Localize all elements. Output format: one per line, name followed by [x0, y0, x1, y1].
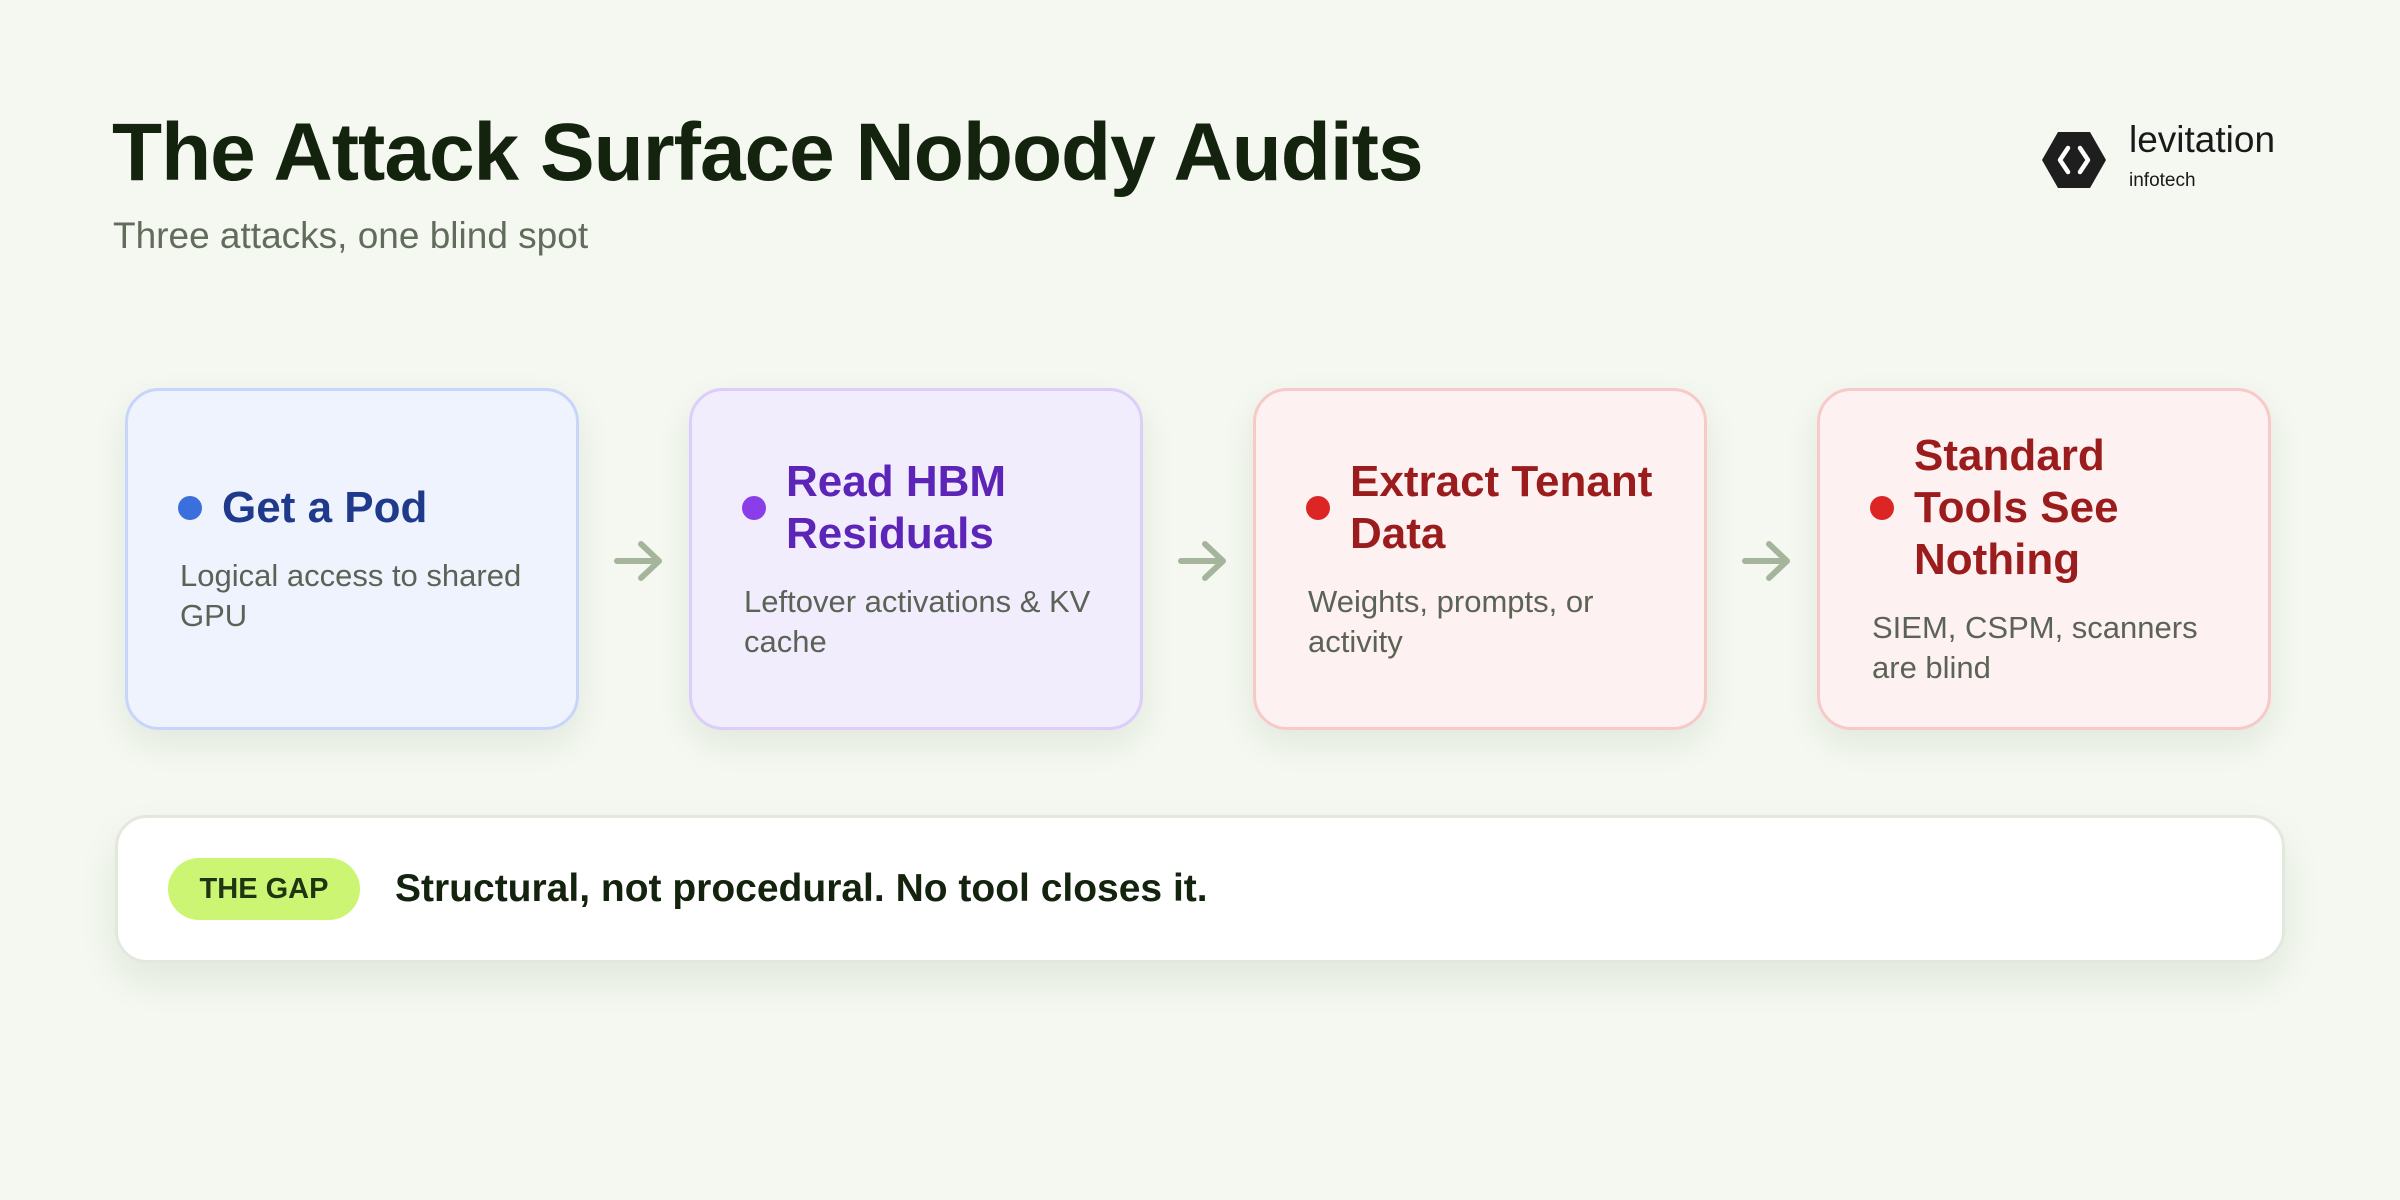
step-card-header: Read HBM Residuals	[742, 456, 1092, 560]
gap-callout: THE GAP Structural, not procedural. No t…	[115, 815, 2285, 963]
step-dot	[1306, 495, 1330, 520]
arrow-right-icon	[1178, 541, 1226, 581]
step-card-header: Get a Pod	[178, 482, 528, 534]
step-description: Logical access to shared GPU	[180, 557, 522, 633]
page-title: The Attack Surface Nobody Audits	[112, 107, 1424, 198]
step-title: Read HBM Residuals	[786, 456, 1007, 558]
step-card-standard-tools-see-nothing: Standard Tools See Nothing SIEM, CSPM, s…	[1817, 388, 2271, 730]
arrow-right-icon	[614, 541, 662, 581]
step-description: Weights, prompts, or activity	[1308, 583, 1594, 659]
step-dot	[178, 495, 202, 520]
step-title: Extract Tenant Data	[1350, 456, 1653, 558]
page-subtitle: Three attacks, one blind spot	[113, 215, 589, 256]
step-title: Standard Tools See Nothing	[1914, 430, 2119, 584]
gap-badge: THE GAP	[168, 858, 360, 920]
step-description: Leftover activations & KV cache	[744, 583, 1091, 659]
step-description: SIEM, CSPM, scanners are blind	[1872, 609, 2198, 685]
step-card-header: Standard Tools See Nothing	[1870, 430, 2220, 586]
step-card-header: Extract Tenant Data	[1306, 456, 1656, 560]
step-card-extract-tenant-data: Extract Tenant Data Weights, prompts, or…	[1253, 388, 1707, 730]
brand-name: levitation	[2129, 119, 2276, 160]
gap-statement: Structural, not procedural. No tool clos…	[395, 867, 1208, 910]
step-title: Get a Pod	[222, 482, 428, 532]
step-card-read-hbm-residuals: Read HBM Residuals Leftover activations …	[689, 388, 1143, 730]
step-dot	[742, 495, 766, 520]
step-dot	[1870, 495, 1894, 520]
step-card-get-a-pod: Get a Pod Logical access to shared GPU	[125, 388, 579, 730]
brand-subname: infotech	[2129, 170, 2196, 191]
arrow-right-icon	[1742, 541, 1790, 581]
brand-logo: levitation infotech	[2040, 118, 2300, 198]
